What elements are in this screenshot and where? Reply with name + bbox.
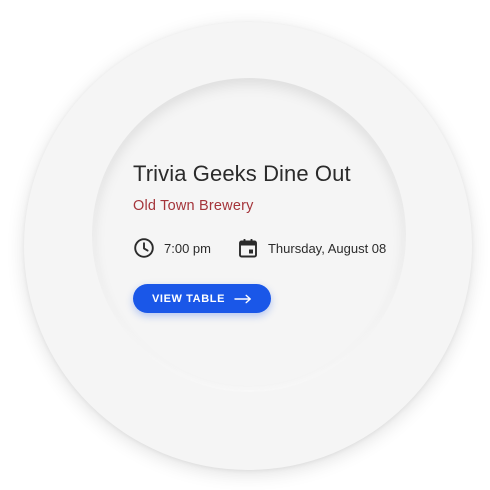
view-table-button[interactable]: VIEW TABLE [133, 284, 271, 313]
event-meta: 7:00 pm Thursday, August 08 [133, 236, 403, 260]
event-time: 7:00 pm [133, 237, 211, 259]
event-venue: Old Town Brewery [133, 198, 254, 214]
clock-icon [133, 237, 155, 259]
event-date-text: Thursday, August 08 [267, 240, 387, 256]
arrow-right-icon [225, 294, 252, 304]
event-time-text: 7:00 pm [164, 240, 211, 256]
calendar-icon [237, 237, 259, 259]
event-card-content: Trivia Geeks Dine Out Old Town Brewery 7… [133, 158, 403, 260]
view-table-label: VIEW TABLE [151, 292, 225, 305]
event-title: Trivia Geeks Dine Out [133, 161, 351, 186]
event-card-stage: Trivia Geeks Dine Out Old Town Brewery 7… [0, 0, 490, 490]
event-date: Thursday, August 08 [237, 237, 386, 259]
